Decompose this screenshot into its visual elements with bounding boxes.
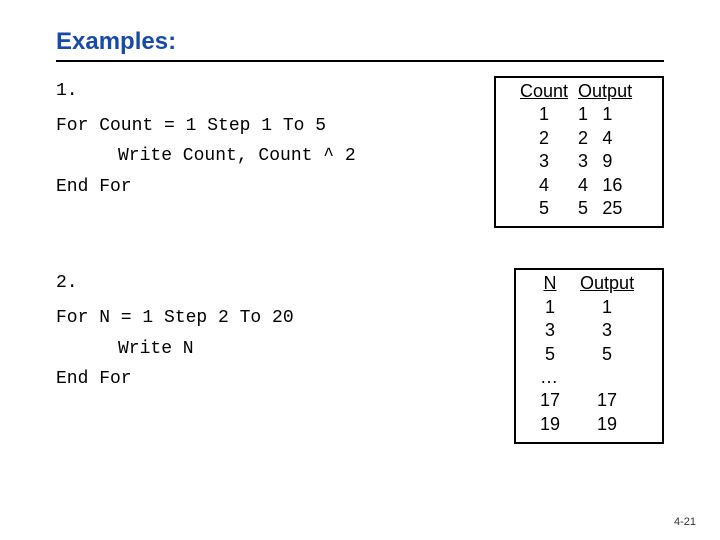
example-2-trace: N Output 1 1 3 3 5 5: [514, 268, 664, 444]
code-line: End For: [56, 172, 466, 203]
trace-row: 2 2 4: [510, 127, 640, 150]
trace-row: 3 3: [530, 319, 644, 342]
example-1-code: 1. For Count = 1 Step 1 To 5 Write Count…: [56, 76, 466, 202]
trace-row: 17 17: [530, 389, 644, 412]
trace-header-n: N: [530, 272, 570, 295]
trace-row: 1 1: [530, 296, 644, 319]
code-line: Write N: [56, 334, 486, 365]
page-number: 4-21: [674, 516, 696, 528]
trace-header-count: Count: [510, 80, 578, 103]
trace-row: 5 5: [530, 343, 644, 366]
code-line: Write Count, Count ^ 2: [56, 141, 466, 172]
trace-row: 3 3 9: [510, 150, 640, 173]
code-line: For Count = 1 Step 1 To 5: [56, 111, 466, 142]
code-line: End For: [56, 364, 486, 395]
example-2-number: 2.: [56, 268, 486, 299]
example-1-trace: Count Output 1 1 1 2 2 4 3: [494, 76, 664, 228]
section-heading: Examples:: [56, 28, 664, 56]
example-2-code: 2. For N = 1 Step 2 To 20 Write N End Fo…: [56, 268, 486, 394]
code-line: For N = 1 Step 2 To 20: [56, 303, 486, 334]
trace-row: 1 1 1: [510, 103, 640, 126]
example-2: 2. For N = 1 Step 2 To 20 Write N End Fo…: [56, 268, 664, 444]
trace-row: …: [530, 366, 644, 389]
trace-row: 4 4 16: [510, 174, 640, 197]
example-1-number: 1.: [56, 76, 466, 107]
trace-header-output: Output: [578, 80, 640, 103]
heading-underline: [56, 60, 664, 62]
trace-row: 19 19: [530, 413, 644, 436]
example-1: 1. For Count = 1 Step 1 To 5 Write Count…: [56, 76, 664, 228]
trace-header-output: Output: [570, 272, 644, 295]
trace-row: 5 5 25: [510, 197, 640, 220]
